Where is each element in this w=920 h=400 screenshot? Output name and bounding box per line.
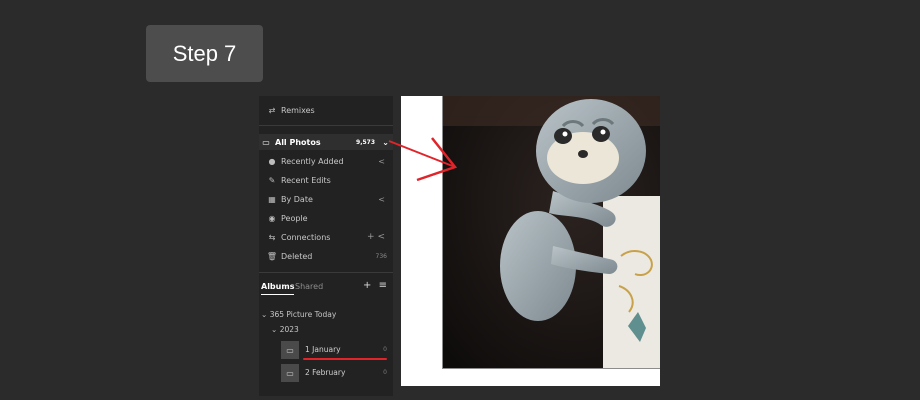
red-arrow-annotation	[388, 137, 458, 182]
